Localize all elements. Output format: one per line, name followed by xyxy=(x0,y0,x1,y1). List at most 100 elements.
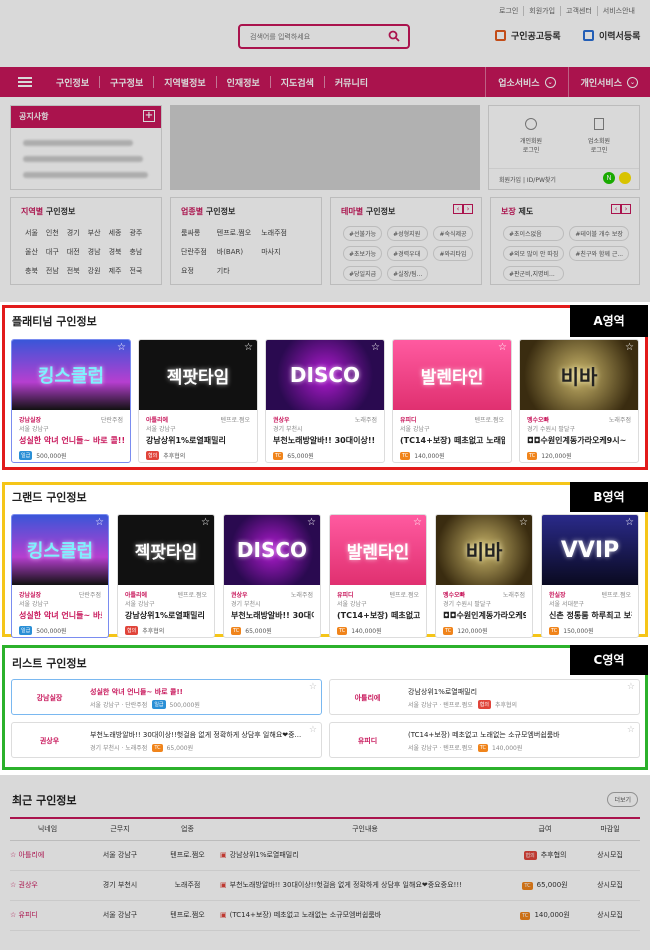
list-job-row[interactable]: 권상우 부천노래방알바!! 30대이상!!헛걸음 없게 정확하게 상담후 일해요❤… xyxy=(11,722,322,758)
region-link[interactable]: 제주 xyxy=(109,266,122,276)
job-thumbnail[interactable]: DISCO xyxy=(224,515,320,585)
recent-job-row[interactable]: ☆ 아틀리에 서울 강남구 텐프로.쩜오 ▣ 강남상위1%로열패밀리 협의 추후협의 상시모집 xyxy=(10,840,640,871)
job-thumbnail[interactable]: 젝팟타임 xyxy=(118,515,214,585)
star-icon[interactable]: ☆ xyxy=(307,517,316,528)
job-thumbnail[interactable]: DISCO xyxy=(266,340,384,410)
service-guide-link[interactable]: 서비스안내 xyxy=(596,6,640,16)
recent-content[interactable]: ▣ 부천노래방알바!! 30대이상!!헛걸음 없게 정확하게 상담후 일해요❤중요… xyxy=(220,870,510,901)
region-link[interactable]: 전북 xyxy=(67,266,80,276)
job-title[interactable]: 부천노래방알바!! 30대이상!! xyxy=(231,610,314,621)
star-icon[interactable]: ☆ xyxy=(309,682,317,692)
job-thumbnail[interactable]: 킹스클럽 xyxy=(12,515,108,585)
region-link[interactable]: 충북 xyxy=(25,266,38,276)
star-icon[interactable]: ☆ xyxy=(627,682,635,692)
star-icon[interactable]: ☆ xyxy=(371,342,380,353)
nav-job-info[interactable]: 구인정보 xyxy=(56,76,89,89)
region-link[interactable]: 대전 xyxy=(67,247,80,257)
theme-tag[interactable]: #선불가능 xyxy=(343,226,383,241)
region-link[interactable]: 대구 xyxy=(46,247,59,257)
job-title[interactable]: 강남상위1%로열패밀리 xyxy=(125,610,208,621)
signup-idpw-links[interactable]: 회원가입 | ID/PW찾기 xyxy=(499,175,556,184)
kakao-login-icon[interactable] xyxy=(619,172,631,184)
region-link[interactable]: 울산 xyxy=(25,247,38,257)
nav-map-search[interactable]: 지도검색 xyxy=(281,76,314,89)
region-link[interactable]: 부산 xyxy=(88,228,101,238)
job-post-register-link[interactable]: 구인공고등록 xyxy=(495,29,561,42)
star-icon[interactable]: ☆ xyxy=(413,517,422,528)
region-link[interactable]: 서울 xyxy=(25,228,38,238)
job-card[interactable]: 비바☆ 멩수오빠 노래주점경기 수원시 팔달구 ◘◘수원인계동가라오케9시~ TC120… xyxy=(435,514,533,638)
recent-content[interactable]: ▣ 강남상위1%로열패밀리 xyxy=(220,840,510,871)
job-card[interactable]: 발렌타인☆ 유피디 텐프로.쩜오서울 강남구 (TC14+보장) 떼초없고 노래없는 T… xyxy=(392,339,512,463)
region-link[interactable]: 충남 xyxy=(129,247,142,257)
theme-tag[interactable]: #와리타임 xyxy=(433,246,473,261)
menu-icon[interactable] xyxy=(18,77,32,87)
star-icon[interactable]: ☆ xyxy=(95,517,104,528)
next-arrow-icon[interactable]: › xyxy=(621,204,631,214)
nav-region-info[interactable]: 지역별정보 xyxy=(164,76,205,89)
recent-content[interactable]: ▣ (TC14+보장) 떼초없고 노래없는 소규모엠버쉽룸바 xyxy=(220,900,510,931)
theme-tag[interactable]: #초보가능 xyxy=(343,246,383,261)
job-card[interactable]: 킹스클럽☆ 강남실장 단란주점서울 강남구성실한 악녀 언니들~ 바로 콜!! 일급5… xyxy=(11,339,131,463)
star-icon[interactable]: ☆ xyxy=(201,517,210,528)
search-input[interactable] xyxy=(250,32,380,41)
star-icon[interactable]: ☆ xyxy=(117,342,126,353)
main-banner[interactable] xyxy=(170,105,480,190)
job-title[interactable]: 강남상위1%로열패밀리 xyxy=(146,435,251,446)
theme-tag[interactable]: #실장/팀... xyxy=(387,266,429,281)
biz-login-button[interactable]: 업소회원 로그인 xyxy=(569,118,629,154)
recent-job-row[interactable]: ☆ 권상우 경기 부천시 노래주점 ▣ 부천노래방알바!! 30대이상!!헛걸음 없게 … xyxy=(10,870,640,901)
job-thumbnail[interactable]: 젝팟타임 xyxy=(139,340,257,410)
personal-service-menu[interactable]: 개인서비스 ⌄ xyxy=(567,67,650,97)
region-link[interactable]: 전국 xyxy=(129,266,142,276)
guarantee-tag[interactable]: #친구와 함께 근... xyxy=(569,246,630,261)
recent-job-row[interactable]: ☆ 유피디 서울 강남구 텐프로.쩜오 ▣ (TC14+보장) 떼초없고 노래없는 소규… xyxy=(10,900,640,931)
job-title[interactable]: 신촌 정통룸 하루최고 보장 xyxy=(549,610,632,621)
job-title[interactable]: 부천노래방알바!! 30대이상!! xyxy=(273,435,378,446)
theme-tag[interactable]: #당일지급 xyxy=(343,266,383,281)
job-card[interactable]: 비바☆ 멩수오빠 노래주점경기 수원시 팔달구 ◘◘수원인계동가라오케9시~ TC120… xyxy=(519,339,639,463)
list-job-title[interactable]: (TC14+보장) 떼초없고 노래없는 소규모엠버쉽룸바 xyxy=(408,730,560,740)
theme-tag[interactable]: #경력우대 xyxy=(387,246,429,261)
region-link[interactable]: 인천 xyxy=(46,228,59,238)
region-link[interactable]: 경북 xyxy=(109,247,122,257)
region-link[interactable]: 세종 xyxy=(109,228,122,238)
job-card[interactable]: 젝팟타임 ☆ 아틀리에 텐프로.쩜오 서울 강남구 강남상위1%로열패밀리 협의 추후협의 xyxy=(117,514,215,638)
job-card[interactable]: VVIP ☆ 한실장 텐프로.쩜오 서울 서대문구 신촌 정통룸 하루최고 보장 TC 150… xyxy=(541,514,639,638)
personal-login-button[interactable]: 개인회원 로그인 xyxy=(501,118,561,154)
job-type-link[interactable]: 마사지 xyxy=(261,247,287,257)
job-type-link[interactable]: 바(BAR) xyxy=(217,247,251,257)
job-title[interactable]: 성실한 악녀 언니들~ 바로 콜!! xyxy=(19,435,124,446)
job-title[interactable]: ◘◘수원인계동가라오케9시~ xyxy=(443,610,526,621)
list-job-row[interactable]: 강남실장 성실한 악녀 언니들~ 바로 콜!! 서울 강남구 · 단란주점 일급 500… xyxy=(11,679,322,715)
star-icon[interactable]: ☆ xyxy=(10,851,19,859)
star-icon[interactable]: ☆ xyxy=(625,342,634,353)
theme-tag[interactable]: #성형지원 xyxy=(387,226,429,241)
job-title[interactable]: 성실한 악녀 언니들~ 바로 콜!! xyxy=(19,610,102,621)
nav-seek-info[interactable]: 구구정보 xyxy=(110,76,143,89)
guarantee-tag[interactable]: #테이블 개수 보장 xyxy=(569,226,630,241)
region-link[interactable]: 강원 xyxy=(88,266,101,276)
job-thumbnail[interactable]: 비바 xyxy=(520,340,638,410)
job-type-link[interactable]: 단란주점 xyxy=(181,247,207,257)
list-job-title[interactable]: 성실한 악녀 언니들~ 바로 콜!! xyxy=(90,687,183,697)
naver-login-icon[interactable]: N xyxy=(603,172,615,184)
job-title[interactable]: ◘◘수원인계동가라오케9시~ xyxy=(527,435,632,446)
star-icon[interactable]: ☆ xyxy=(625,517,634,528)
prev-arrow-icon[interactable]: ‹ xyxy=(453,204,463,214)
signup-link[interactable]: 회원가입 xyxy=(523,6,560,16)
guarantee-tag[interactable]: #외모 많이 안 따짐 xyxy=(503,246,565,261)
resume-register-link[interactable]: 이력서등록 xyxy=(583,29,640,42)
job-card[interactable]: DISCO☆ 권상우 노래주점경기 부천시부천노래방알바!! 30대이상!! TC65… xyxy=(223,514,321,638)
star-icon[interactable]: ☆ xyxy=(244,342,253,353)
next-arrow-icon[interactable]: › xyxy=(463,204,473,214)
list-job-row[interactable]: 아틀리에 강남상위1%로열패밀리 서울 강남구 · 텐프로.쩜오 협의 추후협의 ☆ xyxy=(329,679,640,715)
guarantee-tag[interactable]: #판군비,지명비... xyxy=(503,266,565,281)
star-icon[interactable]: ☆ xyxy=(10,881,19,889)
biz-service-menu[interactable]: 업소서비스 ⌄ xyxy=(485,67,567,97)
job-thumbnail[interactable]: 비바 xyxy=(436,515,532,585)
theme-tag[interactable]: #숙식제공 xyxy=(433,226,473,241)
prev-arrow-icon[interactable]: ‹ xyxy=(611,204,621,214)
nav-talent-info[interactable]: 인재정보 xyxy=(227,76,260,89)
job-card[interactable]: 킹스클럽☆ 강남실장 단란주점서울 강남구성실한 악녀 언니들~ 바로 콜!! 일급5… xyxy=(11,514,109,638)
